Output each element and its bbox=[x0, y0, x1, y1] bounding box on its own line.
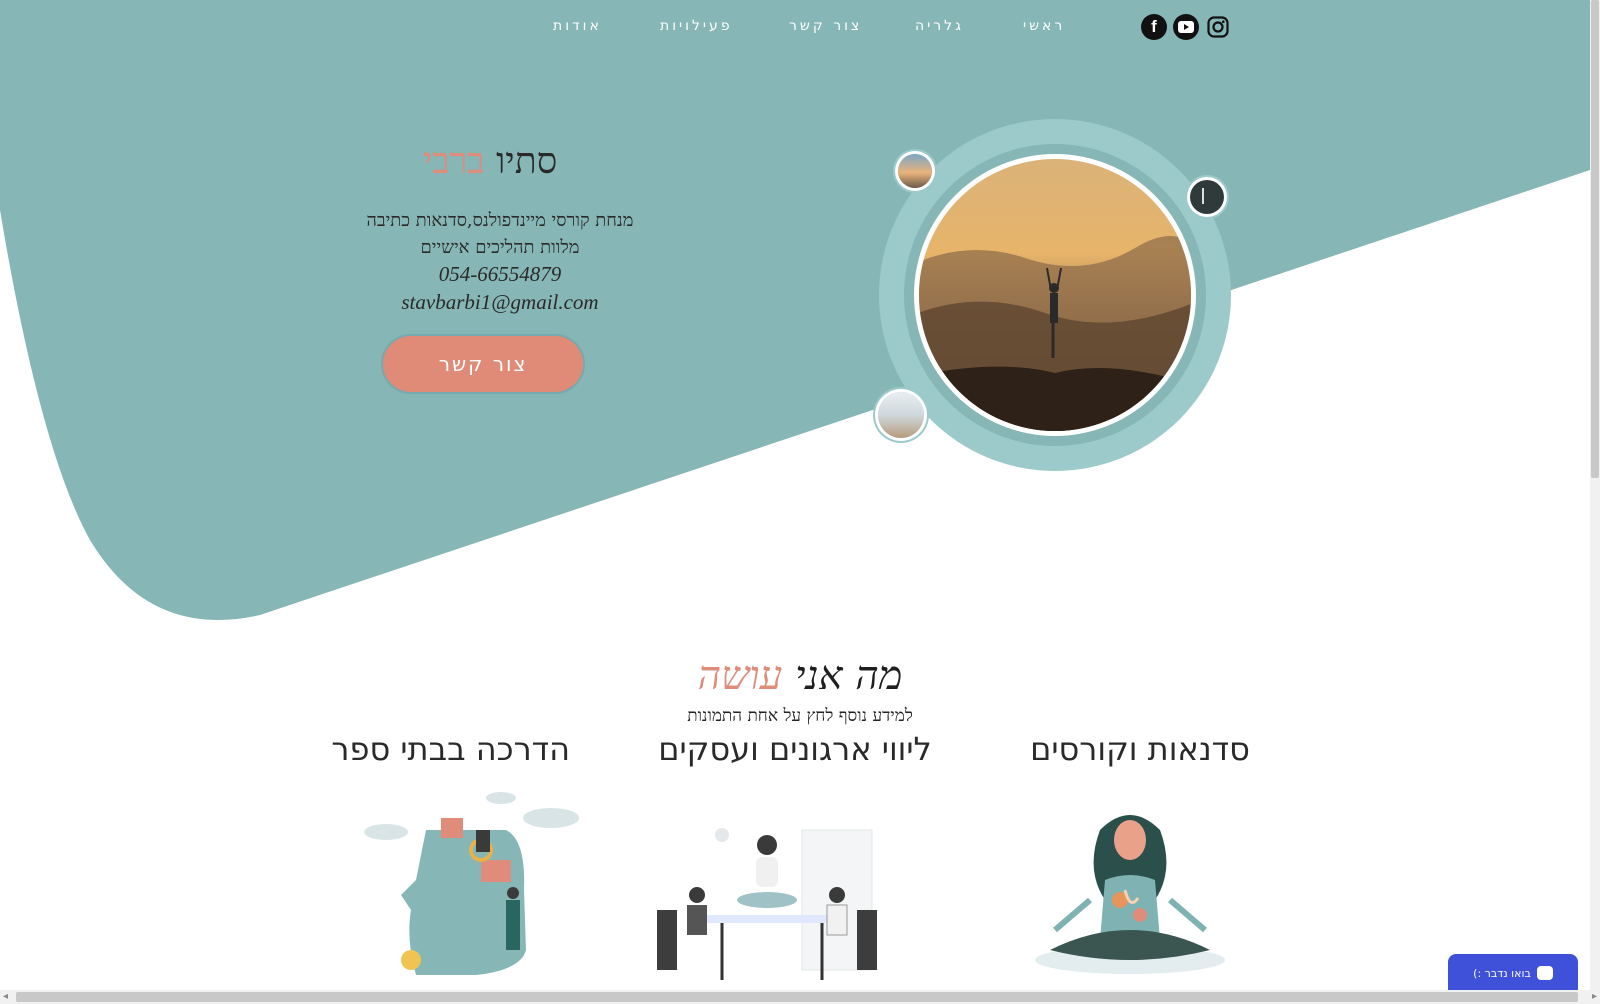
hero-email: stavbarbi1@gmail.com bbox=[401, 290, 599, 314]
instagram-icon[interactable] bbox=[1205, 14, 1231, 40]
hero-background-shape bbox=[0, 0, 1590, 620]
scroll-left-arrow[interactable]: ◂ bbox=[3, 991, 8, 1002]
facebook-icon[interactable]: f bbox=[1141, 14, 1167, 40]
nav-contact[interactable]: צור קשר bbox=[789, 18, 862, 40]
gallery-thumb-sunset[interactable] bbox=[898, 154, 932, 188]
nav-gallery[interactable]: גלריה bbox=[915, 18, 964, 40]
gallery-thumb-people[interactable] bbox=[878, 392, 924, 438]
chat-widget-button[interactable]: בואו נדבר :) bbox=[1448, 954, 1578, 992]
education-illustration[interactable] bbox=[356, 790, 586, 990]
chat-icon bbox=[1536, 966, 1553, 980]
chat-label: בואו נדבר :) bbox=[1473, 966, 1531, 980]
hero-name-first: סתיו bbox=[496, 141, 558, 182]
hero-subtitle-line2: מלוות תהליכים אישיים bbox=[420, 237, 580, 258]
section-subtitle: למידע נוסף לחץ על אחת התמונות bbox=[687, 706, 913, 726]
service-title-organizations[interactable]: ליווי ארגונים ועסקים bbox=[650, 730, 940, 768]
meeting-illustration[interactable] bbox=[652, 800, 896, 990]
hero-title: סתיו ברבי bbox=[330, 140, 650, 182]
nav-about[interactable]: אודות bbox=[553, 18, 602, 40]
section-title-accent: עושה bbox=[697, 653, 783, 699]
vertical-scrollbar-thumb[interactable] bbox=[1591, 0, 1599, 478]
hero-name-last: ברבי bbox=[422, 141, 485, 182]
horizontal-scrollbar-thumb[interactable] bbox=[16, 992, 1578, 1002]
service-title-schools[interactable]: הדרכה בבתי ספר bbox=[331, 730, 570, 768]
section-title: מה אני עושה bbox=[600, 652, 1000, 699]
horizontal-scrollbar[interactable]: ◂ ▸ bbox=[0, 990, 1600, 1004]
nav-home[interactable]: ראשי bbox=[1023, 18, 1065, 40]
vertical-scrollbar[interactable] bbox=[1590, 0, 1600, 990]
scroll-right-arrow[interactable]: ▸ bbox=[1592, 991, 1597, 1002]
contact-cta-button[interactable]: צור קשר bbox=[381, 334, 585, 394]
section-title-main: מה אני bbox=[794, 653, 903, 699]
gallery-thumb-dark[interactable] bbox=[1190, 180, 1224, 214]
service-title-workshops[interactable]: סדנאות וקורסים bbox=[1030, 730, 1250, 768]
nav-activities[interactable]: פעילויות bbox=[660, 18, 733, 40]
hero-phone: 054-66554879 bbox=[438, 262, 562, 286]
hero-subtitle-line1: מנחת קורסי מיינדפולנס,סדנאות כתיבה bbox=[366, 210, 634, 231]
youtube-icon[interactable] bbox=[1173, 14, 1199, 40]
meditation-illustration[interactable] bbox=[1030, 800, 1230, 980]
